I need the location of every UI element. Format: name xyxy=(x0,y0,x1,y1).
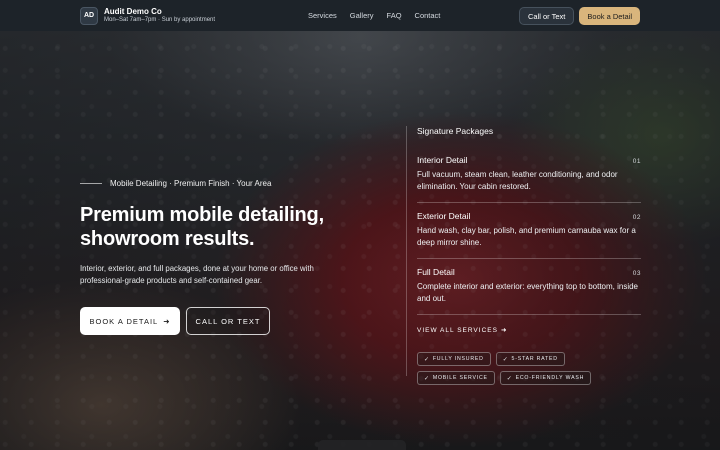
main-nav: Services Gallery FAQ Contact xyxy=(308,0,440,31)
brand[interactable]: AD Audit Demo Co Mon–Sat 7am–7pm · Sun b… xyxy=(80,6,216,25)
site-header: AD Audit Demo Co Mon–Sat 7am–7pm · Sun b… xyxy=(0,0,720,31)
check-icon: ✓ xyxy=(424,356,430,363)
badge-fully-insured: ✓ FULLY INSURED xyxy=(417,352,491,366)
package-number: 02 xyxy=(632,214,641,221)
trust-badges: ✓ FULLY INSURED ✓ 5-STAR RATED ✓ MOBILE SER… xyxy=(417,352,641,385)
check-icon: ✓ xyxy=(506,375,513,382)
package-name: Full Detail xyxy=(417,267,455,277)
badge-eco-friendly: ✓ ECO-FRIENDLY WASH xyxy=(499,371,592,385)
hero-headline: Premium mobile detailing, showroom resul… xyxy=(80,204,324,250)
check-icon: ✓ xyxy=(502,356,509,363)
signature-packages-panel: Signature Packages Interior Detail 01 Fu… xyxy=(406,126,641,385)
nav-contact[interactable]: Contact xyxy=(415,11,441,20)
packages-title: Signature Packages xyxy=(417,126,494,136)
nav-faq[interactable]: FAQ xyxy=(387,11,402,20)
view-all-label: VIEW ALL SERVICES xyxy=(417,326,498,334)
package-item[interactable]: Exterior Detail 02 Hand wash, clay bar, … xyxy=(417,211,641,259)
badge-label: MOBILE SERVICE xyxy=(432,375,488,381)
package-name: Exterior Detail xyxy=(417,211,471,221)
badge-five-star: ✓ 5-STAR RATED xyxy=(495,352,565,366)
package-number: 03 xyxy=(632,270,641,277)
book-detail-button[interactable]: Book a Detail xyxy=(579,7,640,25)
arrow-right-icon: ➜ xyxy=(163,316,171,326)
arrow-right-icon: ➜ xyxy=(500,327,508,334)
hero-eyebrow: Mobile Detailing · Premium Finish · Your… xyxy=(80,179,271,188)
header-actions: Call or Text Book a Detail xyxy=(519,7,640,25)
book-detail-cta-button[interactable]: BOOK A DETAIL ➜ xyxy=(80,307,180,335)
brand-name: Audit Demo Co xyxy=(104,6,162,16)
call-or-text-cta-button[interactable]: CALL OR TEXT xyxy=(186,307,270,335)
book-detail-cta-label: BOOK A DETAIL xyxy=(89,316,159,326)
package-description: Complete interior and exterior: everythi… xyxy=(417,282,639,304)
brand-text: Audit Demo Co Mon–Sat 7am–7pm · Sun by a… xyxy=(104,6,216,23)
badge-label: 5-STAR RATED xyxy=(511,356,558,362)
call-or-text-button[interactable]: Call or Text xyxy=(519,7,575,25)
nav-gallery[interactable]: Gallery xyxy=(350,11,374,20)
eyebrow-text: Mobile Detailing · Premium Finish · Your… xyxy=(110,179,272,188)
brand-logo: AD xyxy=(80,6,98,25)
bottom-floating-bar xyxy=(318,440,406,450)
view-all-services-link[interactable]: VIEW ALL SERVICES ➜ xyxy=(417,326,508,335)
check-icon: ✓ xyxy=(424,375,430,382)
nav-services[interactable]: Services xyxy=(308,11,337,20)
badge-label: FULLY INSURED xyxy=(432,356,484,362)
hero-cta-row: BOOK A DETAIL ➜ CALL OR TEXT xyxy=(80,307,270,335)
hero-subcopy: Interior, exterior, and full packages, d… xyxy=(80,264,314,285)
badge-mobile-service: ✓ MOBILE SERVICE xyxy=(417,371,495,385)
package-item[interactable]: Full Detail 03 Complete interior and ext… xyxy=(417,267,641,315)
eyebrow-divider xyxy=(80,183,102,184)
package-number: 01 xyxy=(632,158,641,165)
business-hours: Mon–Sat 7am–7pm · Sun by appointment xyxy=(104,16,216,23)
badge-label: ECO-FRIENDLY WASH xyxy=(515,375,585,381)
package-name: Interior Detail xyxy=(417,155,468,165)
package-description: Full vacuum, steam clean, leather condit… xyxy=(417,170,618,192)
package-item[interactable]: Interior Detail 01 Full vacuum, steam cl… xyxy=(417,155,641,203)
package-description: Hand wash, clay bar, polish, and premium… xyxy=(417,226,636,248)
